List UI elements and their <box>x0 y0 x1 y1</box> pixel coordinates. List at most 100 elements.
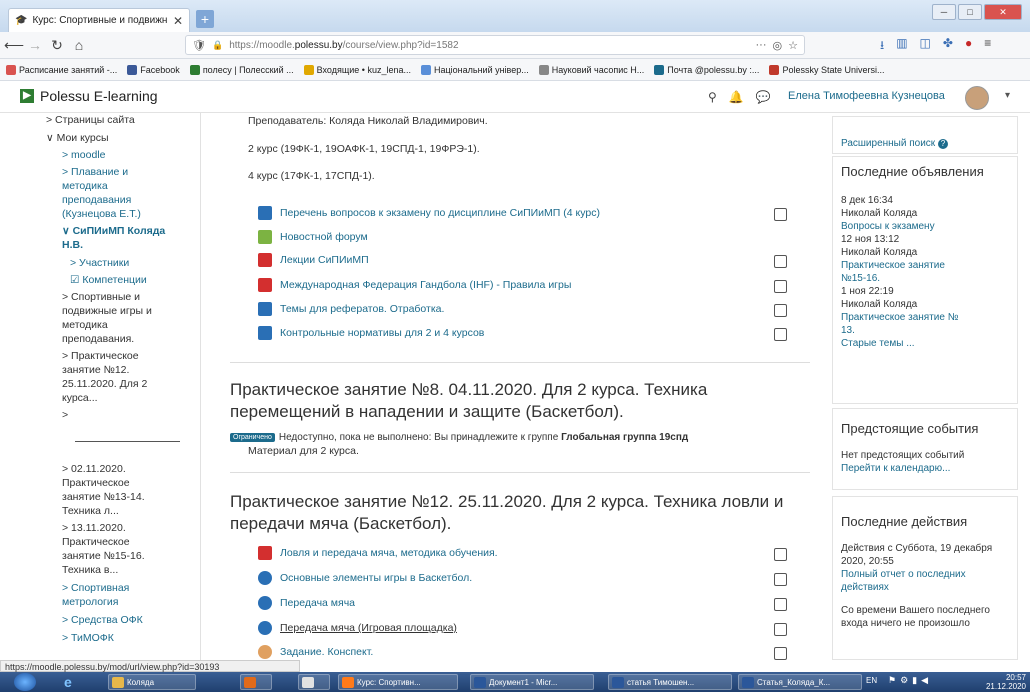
bookmark-item[interactable]: Расписание занятий -... <box>6 64 117 75</box>
nav-item[interactable]: Практическое <box>62 476 130 490</box>
activity-link[interactable]: Передача мяча <box>280 597 355 609</box>
nav-item[interactable]: подвижные игры и <box>62 304 152 318</box>
activity-link[interactable]: Перечень вопросов к экзамену по дисципли… <box>280 207 600 219</box>
messages-icon[interactable]: 💬 <box>756 90 771 104</box>
activity-link[interactable]: Передача мяча (Игровая площадка) <box>280 622 457 634</box>
completion-checkbox[interactable] <box>774 598 787 611</box>
activity-link[interactable]: Лекции СиПИиМП <box>280 254 369 266</box>
taskbar-item[interactable] <box>240 674 272 690</box>
address-bar[interactable]: 🛡 🔒 https://moodle.polessu.by/course/vie… <box>185 35 805 55</box>
search-icon[interactable]: ⚲ <box>708 90 717 104</box>
nav-item[interactable]: > moodle <box>62 148 106 162</box>
completion-checkbox[interactable] <box>774 647 787 660</box>
maximize-icon[interactable]: □ <box>958 4 982 20</box>
nav-item[interactable]: курса... <box>62 391 98 405</box>
reload-icon[interactable]: ↻ <box>48 36 66 54</box>
bookmark-star-icon[interactable]: ☆ <box>788 39 798 52</box>
nav-item[interactable]: ∨ СиПИиМП Коляда <box>62 224 165 238</box>
back-icon[interactable]: ⟵ <box>4 36 24 54</box>
bookmark-item[interactable]: Входящие • kuz_lena... <box>303 64 411 75</box>
nav-item[interactable]: (Кузнецова Е.Т.) <box>62 207 141 221</box>
activity-link[interactable]: Ловля и передача мяча, методика обучения… <box>280 547 498 559</box>
taskbar-item[interactable]: Коляда <box>108 674 196 690</box>
extension-icon[interactable]: ✤ <box>943 36 953 57</box>
completion-checkbox[interactable] <box>774 304 787 317</box>
completion-checkbox[interactable] <box>774 328 787 341</box>
nav-item[interactable]: преподавания <box>62 193 131 207</box>
nav-item[interactable]: > Страницы сайта <box>46 113 135 127</box>
completion-checkbox[interactable] <box>774 548 787 561</box>
news-line[interactable]: Практическое занятие № <box>841 311 1009 324</box>
advanced-search-link[interactable]: Расширенный поиск ? <box>841 137 1009 150</box>
library-icon[interactable]: ▥ <box>896 36 907 57</box>
tray-icons[interactable]: ⚑⚙▮◀ <box>888 675 932 686</box>
nav-item[interactable]: методика <box>62 318 108 332</box>
bookmark-item[interactable]: Почта @polessu.by :... <box>654 64 759 75</box>
nav-item[interactable]: занятие №15-16. <box>62 549 145 563</box>
nav-item[interactable]: метрология <box>62 595 118 609</box>
news-line[interactable]: Старые темы ... <box>841 337 1009 350</box>
nav-item[interactable]: ∨ Мои курсы <box>46 131 109 145</box>
nav-item[interactable]: ☑ Компетенции <box>70 273 147 287</box>
bookmark-item[interactable]: Facebook <box>127 64 180 75</box>
page-actions-icon[interactable]: ··· <box>756 39 767 51</box>
nav-item[interactable]: методика <box>62 179 108 193</box>
taskbar-item[interactable]: Статья_Коляда_К... <box>738 674 862 690</box>
bookmark-item[interactable]: Polessky State Universi... <box>769 64 884 75</box>
taskbar-item[interactable] <box>298 674 330 690</box>
notifications-bell-icon[interactable]: 🔔 <box>729 90 744 104</box>
taskbar-item[interactable]: Документ1 - Micr... <box>470 674 594 690</box>
site-brand[interactable]: Polessu E-learning <box>40 88 158 104</box>
chevron-down-icon[interactable]: ▾ <box>1005 90 1010 101</box>
activity-link[interactable]: Темы для рефератов. Отработка. <box>280 303 444 315</box>
nav-item[interactable]: Техника в... <box>62 563 118 577</box>
news-line[interactable]: №15-16. <box>841 272 1009 285</box>
completion-checkbox[interactable] <box>774 623 787 636</box>
nav-item[interactable]: > Практическое <box>62 349 139 363</box>
nav-item[interactable]: > Плавание и <box>62 165 128 179</box>
nav-item[interactable]: Техника л... <box>62 504 119 518</box>
help-icon[interactable]: ? <box>937 139 948 149</box>
news-line[interactable]: Вопросы к экзамену <box>841 220 1009 233</box>
completion-checkbox[interactable] <box>774 280 787 293</box>
bookmark-item[interactable]: полесу | Полесский ... <box>189 64 294 75</box>
nav-item[interactable]: > 13.11.2020. <box>62 521 126 535</box>
close-window-icon[interactable]: ✕ <box>984 4 1022 20</box>
taskbar-item[interactable]: Курс: Спортивн... <box>338 674 458 690</box>
nav-item[interactable]: > Спортивные и <box>62 290 140 304</box>
bookmark-item[interactable]: Науковий часопис Н... <box>538 64 644 75</box>
news-line[interactable]: Практическое занятие <box>841 259 1009 272</box>
nav-item[interactable]: > Спортивная <box>62 581 129 595</box>
completion-checkbox[interactable] <box>774 208 787 221</box>
activity-link[interactable]: Новостной форум <box>280 231 368 243</box>
nav-item[interactable]: занятие №12. <box>62 363 129 377</box>
language-indicator[interactable]: EN <box>866 676 877 685</box>
activity-link[interactable]: Контрольные нормативы для 2 и 4 курсов <box>280 327 484 339</box>
forward-icon[interactable]: → <box>26 36 44 54</box>
site-logo-icon[interactable]: ▶ <box>20 89 34 103</box>
user-name[interactable]: Елена Тимофеевна Кузнецова <box>788 90 945 102</box>
activity-link[interactable]: Задание. Конспект. <box>280 646 373 658</box>
download-icon[interactable]: ⭳ <box>880 36 884 57</box>
avatar[interactable] <box>965 86 989 110</box>
taskbar-item[interactable]: статья Тимошен... <box>608 674 732 690</box>
minimize-icon[interactable]: ─ <box>932 4 956 20</box>
nav-item[interactable]: преподавания. <box>62 332 134 346</box>
news-line[interactable]: 13. <box>841 324 1009 337</box>
tab-close-icon[interactable]: ✕ <box>173 14 183 28</box>
nav-item[interactable]: занятие №13-14. <box>62 490 145 504</box>
activity-link[interactable]: Основные элементы игры в Баскетбол. <box>280 572 472 584</box>
browser-tab[interactable]: 🎓 Курс: Спортивные и подвижн... ✕ <box>8 8 190 32</box>
clock[interactable]: 20:57 21.12.2020 <box>986 673 1026 691</box>
bookmark-item[interactable]: Національний універ... <box>420 64 529 75</box>
home-icon[interactable]: ⌂ <box>70 36 88 54</box>
menu-icon[interactable]: ≡ <box>984 36 991 57</box>
full-report-link[interactable]: Полный отчет о последних действиях <box>841 568 1009 594</box>
nav-item[interactable]: 25.11.2020. Для 2 <box>62 377 147 391</box>
new-tab-icon[interactable]: + <box>196 10 214 28</box>
nav-item[interactable]: Практическое <box>62 535 130 549</box>
nav-item[interactable]: > ТиМОФК <box>62 631 114 645</box>
completion-checkbox[interactable] <box>774 255 787 268</box>
nav-item[interactable]: > Участники <box>70 256 129 270</box>
ie-icon[interactable]: e <box>64 674 72 690</box>
